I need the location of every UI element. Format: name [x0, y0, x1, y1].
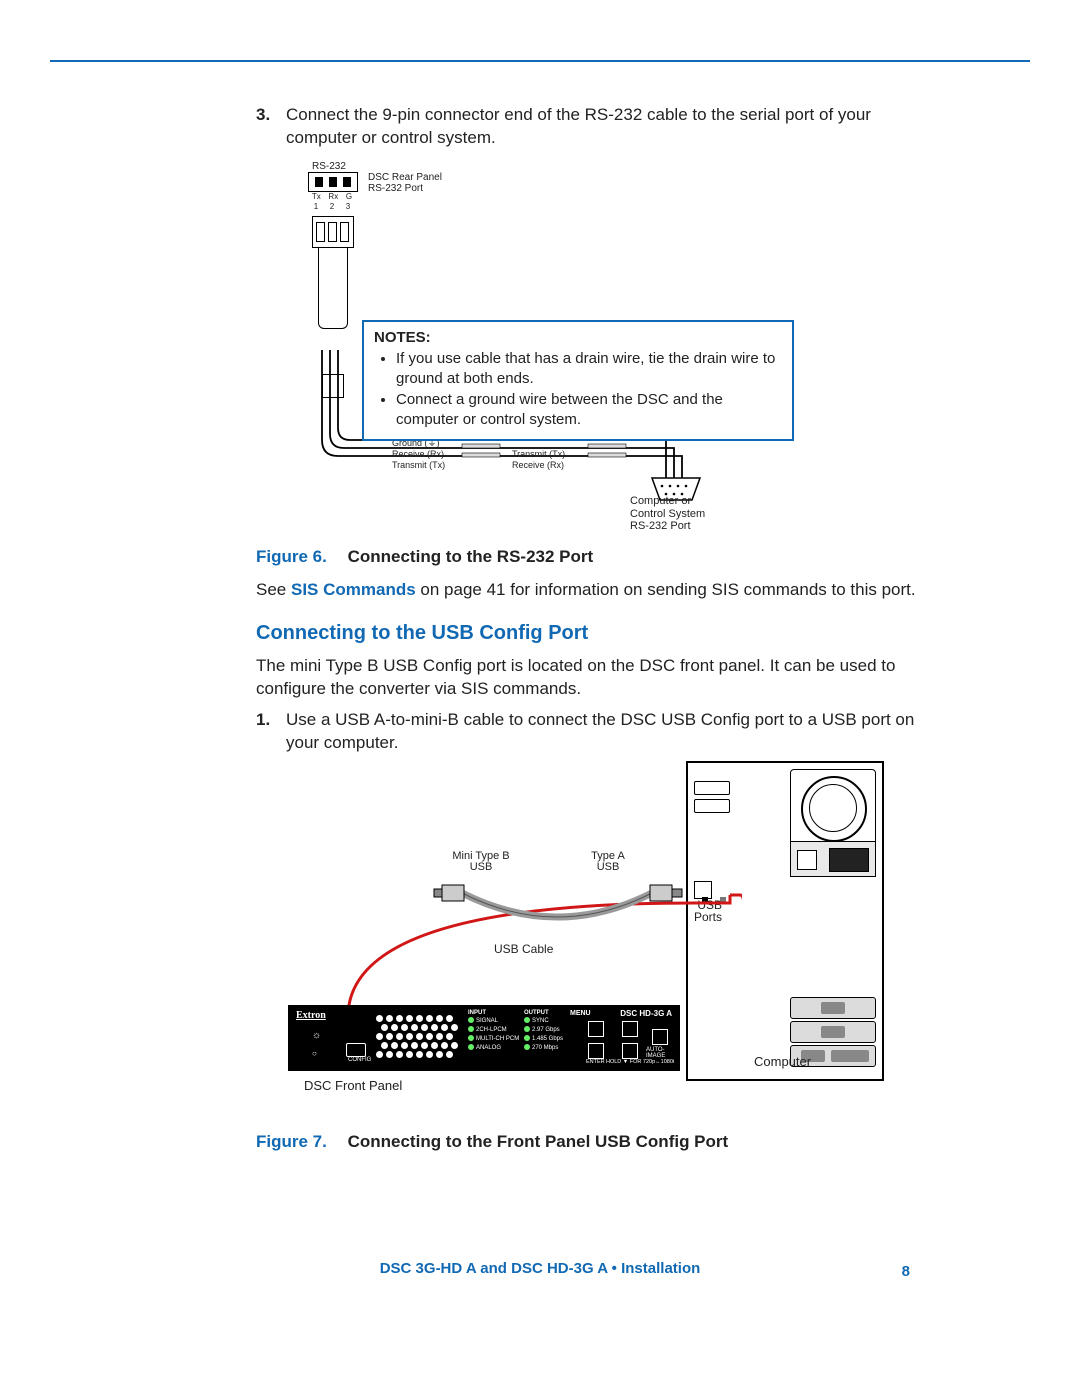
figure-6-number: Figure 6. [256, 547, 327, 566]
figure-6-caption: Figure 6. Connecting to the RS-232 Port [256, 546, 916, 569]
mini-usb-label: Mini Type BUSB [446, 851, 516, 874]
figure-7-title: Connecting to the Front Panel USB Config… [348, 1132, 729, 1151]
step-3-text: Connect the 9-pin connector end of the R… [286, 104, 916, 150]
nav-up-button [622, 1021, 638, 1037]
notes-item-1: If you use cable that has a drain wire, … [396, 349, 782, 388]
computer-rs232-label: Computer or Control System RS-232 Port [630, 495, 705, 533]
content-area: 3. Connect the 9-pin connector end of th… [256, 104, 916, 1163]
figure-6: RS-232 TxRxG 123 DSC Rear PanelRS-232 Po… [282, 160, 916, 540]
usb-cable-svg [422, 871, 692, 961]
usb-ports-label: USBPorts [668, 899, 722, 924]
auto-image-label: AUTO-IMAGE [646, 1047, 665, 1059]
dsc-vent-dots: [] [376, 1015, 462, 1063]
computer-label: Computer [754, 1053, 811, 1071]
rs232-plug [308, 216, 356, 336]
hold-label: HOLD ▼ FOR 720p↔1080i [606, 1059, 674, 1066]
rs232-pin-numbers: 123 [308, 202, 356, 213]
type-a-usb-label: Type AUSB [578, 851, 638, 874]
nav-down-button [622, 1043, 638, 1059]
menu-button [588, 1021, 604, 1037]
figure-7-number: Figure 7. [256, 1132, 327, 1151]
computer-psu [790, 841, 876, 877]
wire-labels-left: Ground (⏚) Receive (Rx) Transmit (Tx) [392, 438, 445, 472]
auto-image-button [652, 1029, 668, 1045]
menu-label: MENU [570, 1009, 591, 1018]
step-3-number: 3. [256, 104, 278, 150]
header-rule [50, 60, 1030, 62]
wire-labels-right: Transmit (Tx) Receive (Rx) [512, 438, 565, 472]
enter-label: ENTER [586, 1059, 605, 1066]
section-heading-usb: Connecting to the USB Config Port [256, 620, 916, 647]
page-footer: DSC 3G-HD A and DSC HD-3G A • Installati… [0, 1260, 1080, 1277]
rs232-connector [308, 172, 358, 192]
dsc-config-label: CONFIG [348, 1056, 371, 1064]
sis-paragraph: See SIS Commands on page 41 for informat… [256, 579, 916, 602]
step-1-number: 1. [256, 709, 278, 755]
figure-7-caption: Figure 7. Connecting to the Front Panel … [256, 1131, 916, 1154]
enter-button [588, 1043, 604, 1059]
sis-commands-link[interactable]: SIS Commands [291, 580, 416, 599]
usb-intro: The mini Type B USB Config port is locat… [256, 655, 916, 701]
notes-item-2: Connect a ground wire between the DSC an… [396, 390, 782, 429]
page-number: 8 [902, 1263, 910, 1280]
dsc-front-label: DSC Front Panel [304, 1077, 402, 1095]
step-1-text: Use a USB A-to-mini-B cable to connect t… [286, 709, 916, 755]
dsc-config-port [346, 1043, 366, 1057]
notes-box: NOTES: If you use cable that has a drain… [362, 320, 794, 442]
brand-label: Extron [296, 1009, 326, 1023]
rs232-rear-label: DSC Rear PanelRS-232 Port [368, 172, 442, 194]
page: 3. Connect the 9-pin connector end of th… [0, 0, 1080, 1397]
computer-fan-icon [790, 769, 876, 845]
dsc-front-panel-illustration: Extron DSC HD-3G A ☼ ○ CONFIG [] INPUT S… [288, 1005, 680, 1071]
step-3: 3. Connect the 9-pin connector end of th… [256, 104, 916, 150]
figure-7: USBPorts Mini Type BUSB Type AUSB [282, 761, 916, 1121]
step-1: 1. Use a USB A-to-mini-B cable to connec… [256, 709, 916, 755]
footer-text: DSC 3G-HD A and DSC HD-3G A • Installati… [380, 1260, 701, 1277]
usb-cable-label: USB Cable [494, 941, 553, 957]
figure-6-title: Connecting to the RS-232 Port [348, 547, 594, 566]
notes-title: NOTES: [374, 328, 782, 348]
model-label: DSC HD-3G A [620, 1009, 672, 1020]
